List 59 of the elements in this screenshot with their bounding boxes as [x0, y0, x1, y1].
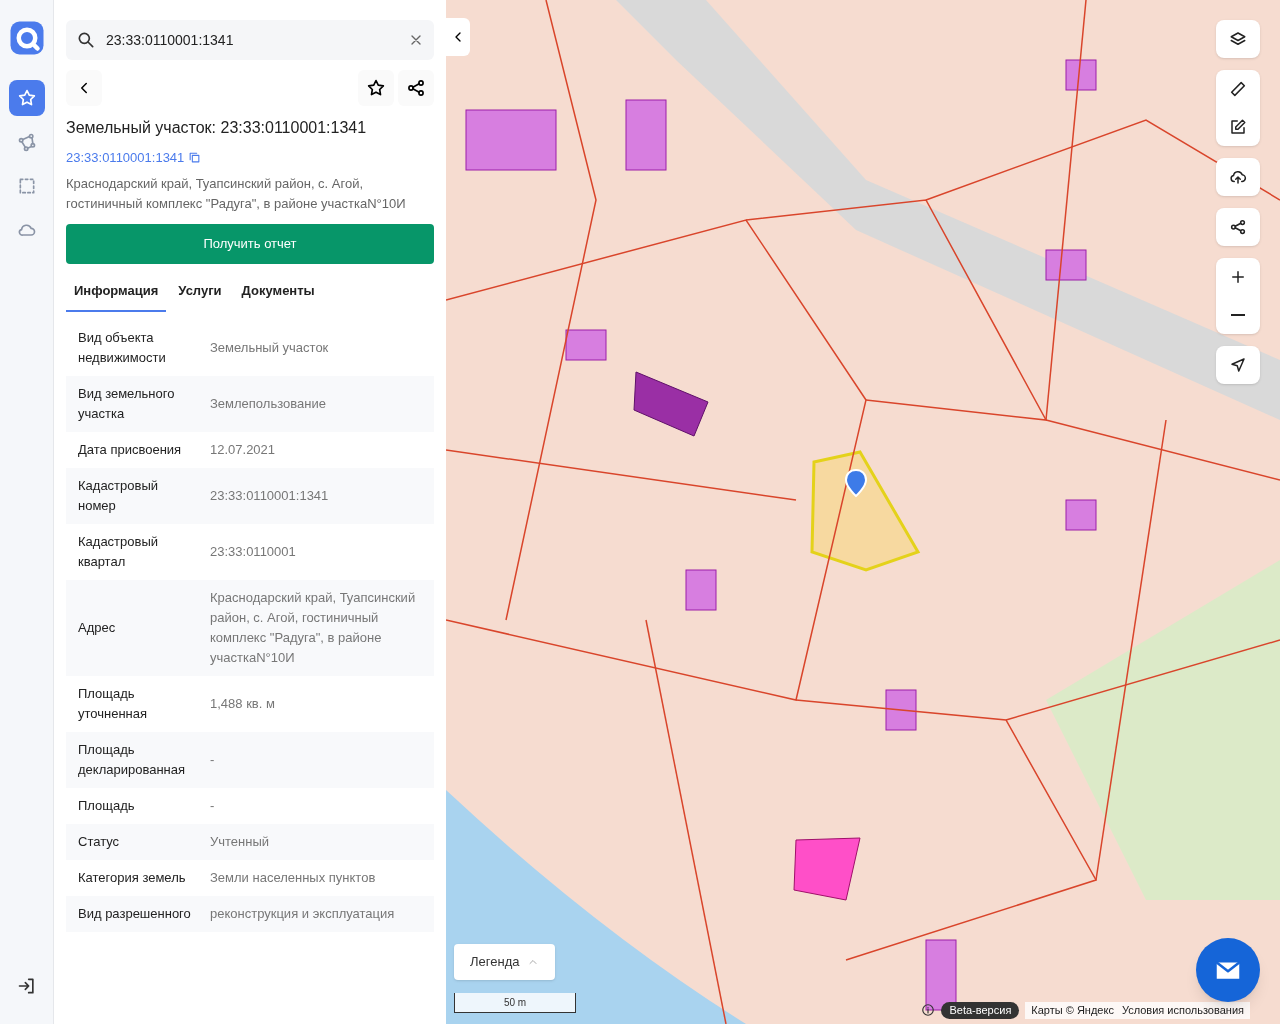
search-icon — [76, 30, 96, 50]
property-value: 12.07.2021 — [210, 440, 277, 459]
share-button[interactable] — [398, 70, 434, 106]
logo-icon — [8, 20, 45, 56]
share-icon — [406, 78, 426, 98]
beta-badge: Beta-версия — [941, 1002, 1020, 1019]
property-value: 1,488 кв. м — [210, 694, 276, 713]
star-icon — [16, 88, 37, 108]
property-label: Категория земель — [78, 868, 187, 887]
property-value: 23:33:0110001:1341 — [210, 486, 330, 505]
ruler-icon — [1229, 80, 1247, 98]
cloud-upload-icon — [1229, 168, 1247, 186]
cadastral-number-link[interactable]: 23:33:0110001:1341 — [66, 148, 185, 168]
property-value: Земли населенных пунктов — [210, 868, 377, 887]
property-label: Площадь декларированная — [78, 740, 187, 779]
minus-icon — [1231, 314, 1245, 316]
property-label: Дата присвоения — [78, 440, 183, 459]
property-label: Площадь — [78, 796, 136, 815]
property-value: Краснодарский край, Туапсинский район, с. Агой, гостиничный комплекс "Радуга", в районе участкаN°10И — [210, 588, 417, 667]
plus-icon — [1229, 268, 1247, 286]
tab[interactable]: Информация — [66, 271, 167, 312]
rail-favorites-button[interactable] — [8, 80, 45, 116]
terms-link[interactable]: Условия использования — [1121, 1002, 1244, 1019]
address-text: Краснодарский край, Туапсинский район, с. Агой, гостиничный комплекс "Радуга", в районе участкаN°10И — [66, 174, 407, 213]
object-title: Земельный участок: 23:33:0110001:1341 — [66, 118, 368, 138]
navigation-arrow-icon — [1229, 356, 1247, 374]
property-label: Статус — [78, 832, 121, 851]
property-label: Кадастровый номер — [78, 476, 160, 515]
property-value: Землепользование — [210, 394, 327, 413]
property-value: Земельный участок — [210, 338, 330, 357]
edit-icon — [1229, 118, 1247, 136]
property-label: Кадастровый квартал — [78, 532, 160, 571]
copy-icon[interactable] — [188, 151, 202, 165]
scale-bar: 50 m — [454, 993, 576, 1013]
get-report-button[interactable]: Получить отчет — [66, 223, 434, 264]
logout-icon — [16, 976, 37, 996]
tab[interactable]: Услуги — [170, 271, 230, 312]
property-value: реконструкция и эксплуатация — [210, 904, 396, 923]
property-value: - — [210, 796, 216, 815]
search-input[interactable]: 23:33:0110001:1341 — [106, 29, 398, 51]
property-value: - — [210, 750, 216, 769]
property-label: Площадь уточненная — [78, 684, 149, 723]
collapse-panel-button[interactable] — [446, 18, 470, 56]
property-value: 23:33:0110001 — [210, 542, 297, 561]
property-label: Вид объекта недвижимости — [78, 328, 167, 367]
copyright-text: Карты © Яндекс — [1031, 1003, 1114, 1018]
property-label: Вид разрешенного — [78, 904, 192, 923]
layers-icon — [1229, 30, 1247, 48]
polygon-icon — [16, 132, 37, 152]
property-label: Вид земельного участка — [78, 384, 176, 423]
legend-button[interactable]: Легенда — [454, 944, 556, 980]
favorite-button[interactable] — [358, 70, 394, 106]
info-icon[interactable] — [921, 1003, 936, 1018]
search-field[interactable]: 23:33:0110001:1341 — [66, 20, 434, 60]
share-icon — [1229, 218, 1247, 236]
property-value: Учтенный — [210, 832, 271, 851]
star-icon — [366, 78, 386, 98]
tab[interactable]: Документы — [233, 271, 323, 312]
property-label: Адрес — [78, 618, 117, 637]
